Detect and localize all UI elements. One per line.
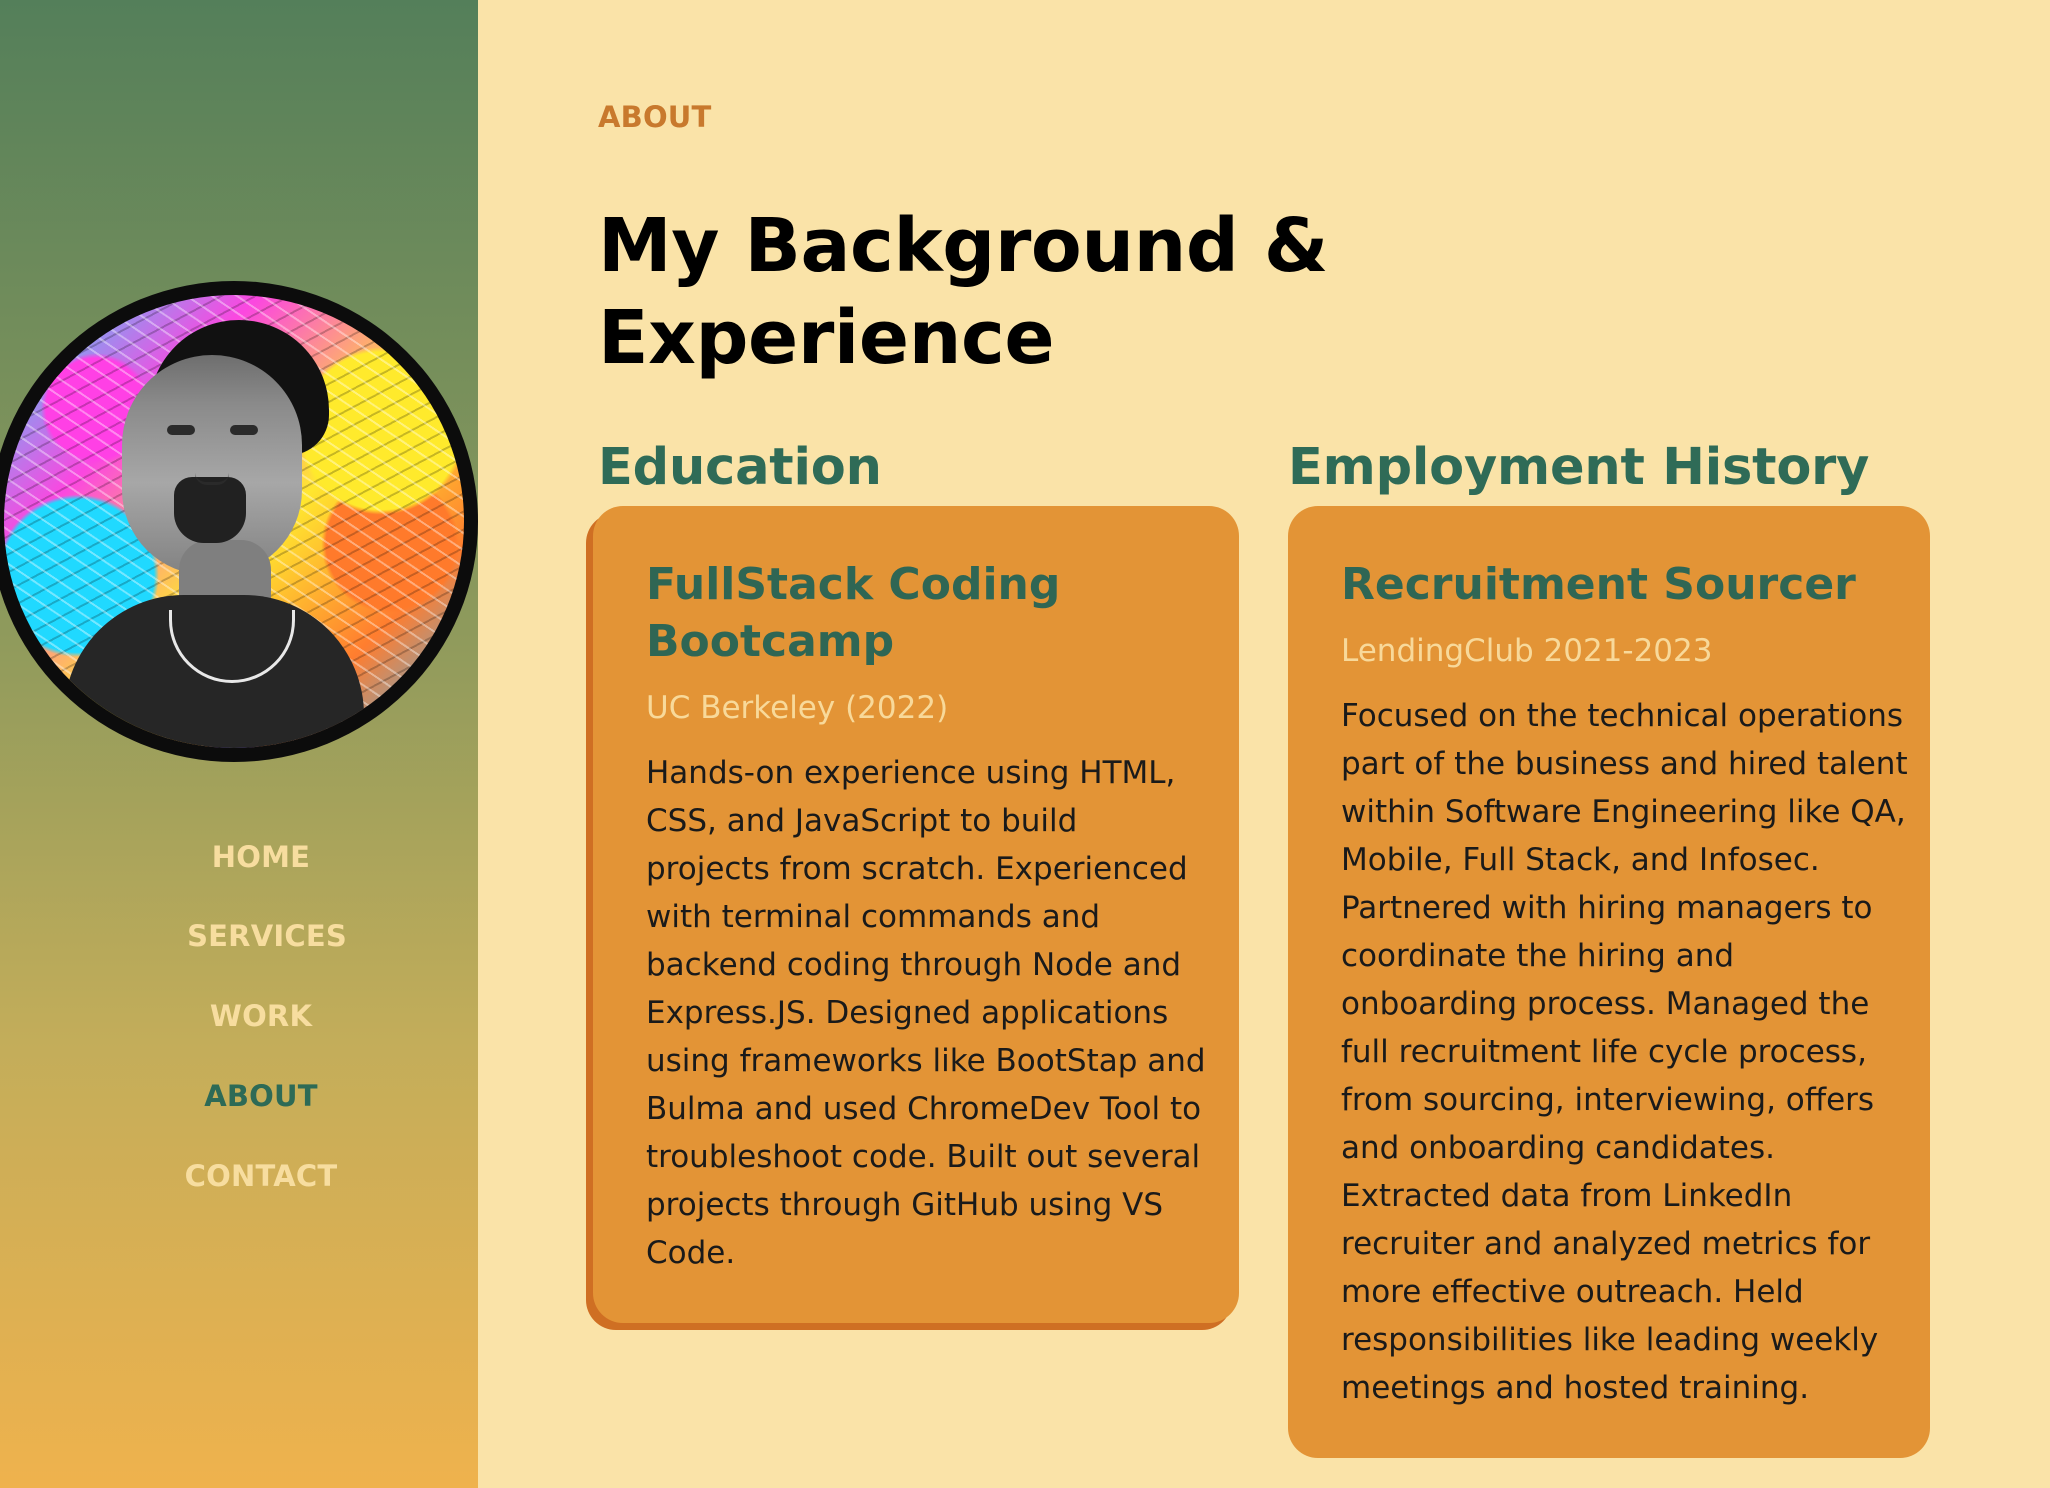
sidebar: HOME SERVICES WORK ABOUT CONTACT (0, 0, 478, 1488)
nav-home-link[interactable]: HOME (22, 840, 500, 874)
nav-work-link[interactable]: WORK (22, 999, 500, 1033)
portrait-right-eye (230, 425, 258, 435)
section-eyebrow: ABOUT (598, 100, 712, 134)
employment-card: Recruitment Sourcer LendingClub 2021-202… (1288, 506, 1930, 1458)
education-card-subtitle: UC Berkeley (2022) (646, 690, 949, 726)
nav-about-link[interactable]: ABOUT (22, 1079, 500, 1113)
employment-history-heading: Employment History (1288, 438, 1870, 498)
portrait-left-eye (167, 425, 195, 435)
employment-card-body: Focused on the technical operations part… (1341, 698, 1908, 1406)
portrait-beard (174, 477, 246, 543)
page-title: My Background & Experience (598, 202, 1328, 381)
education-heading: Education (598, 438, 882, 498)
employment-card-title: Recruitment Sourcer (1341, 559, 1856, 610)
education-card-body: Hands-on experience using HTML, CSS, and… (646, 755, 1206, 1271)
profile-photo-image (4, 295, 464, 748)
employment-card-subtitle: LendingClub 2021-2023 (1341, 633, 1713, 669)
education-card-title: FullStack Coding Bootcamp (646, 559, 1061, 667)
profile-photo (0, 281, 478, 762)
portrait-figure (4, 295, 464, 748)
nav-services-link[interactable]: SERVICES (28, 919, 506, 953)
nav-contact-link[interactable]: CONTACT (22, 1159, 500, 1193)
main-content: ABOUT My Background & Experience Educati… (478, 0, 2050, 1488)
education-card: FullStack Coding Bootcamp UC Berkeley (2… (593, 506, 1239, 1323)
